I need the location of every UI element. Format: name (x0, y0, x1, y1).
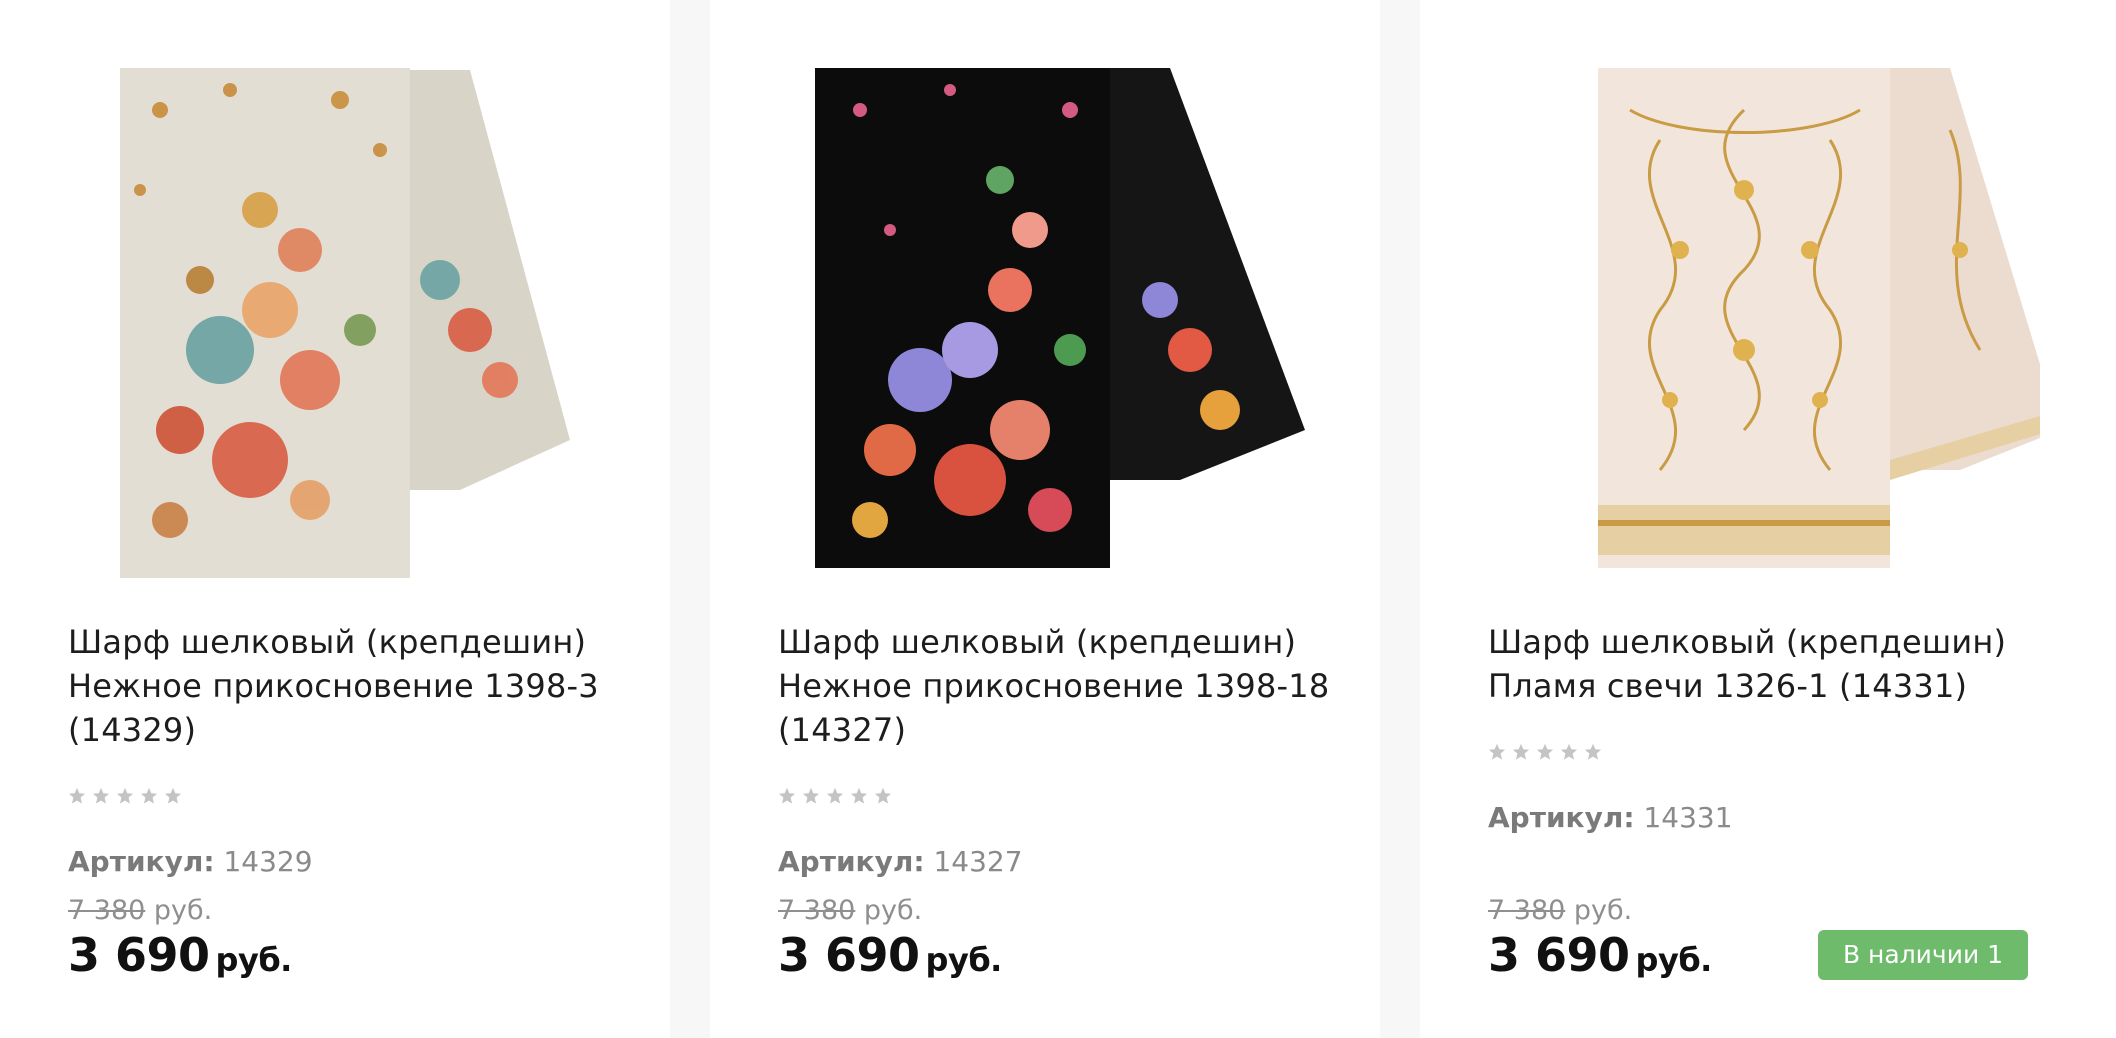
old-price-value: 7 380 (1488, 895, 1566, 926)
star-icon (1512, 743, 1530, 760)
sku: Артикул: 14331 (1488, 801, 1733, 834)
rating-stars[interactable] (1488, 743, 1602, 761)
price: 3 690 руб. (68, 928, 292, 982)
price: 3 690 руб. (778, 928, 1002, 982)
sku-label: Артикул: (778, 845, 925, 878)
star-icon (826, 787, 844, 804)
star-icon (1584, 743, 1602, 760)
currency: руб. (153, 895, 213, 926)
star-icon (874, 787, 892, 804)
product-title-line[interactable]: Шарф шелковый (крепдешин) (1488, 620, 2048, 664)
product-card[interactable]: Шарф шелковый (крепдешин) Нежное прикосн… (710, 0, 1380, 1038)
star-icon (1536, 743, 1554, 760)
star-icon (140, 787, 158, 804)
old-price: 7 380 руб. (68, 895, 212, 926)
product-image[interactable] (1480, 50, 2040, 590)
currency: руб. (1573, 895, 1633, 926)
product-title-line[interactable]: (14327) (778, 708, 1338, 752)
sku: Артикул: 14329 (68, 845, 313, 878)
price-value: 3 690 (68, 928, 210, 982)
grid-gutter (1380, 0, 1420, 1038)
rating-stars[interactable] (68, 787, 182, 805)
star-icon (164, 787, 182, 804)
star-icon (68, 787, 86, 804)
star-icon (802, 787, 820, 804)
sku: Артикул: 14327 (778, 845, 1023, 878)
old-price: 7 380 руб. (1488, 895, 1632, 926)
star-icon (850, 787, 868, 804)
product-card[interactable]: Шарф шелковый (крепдешин) Пламя свечи 13… (1420, 0, 2090, 1038)
product-title-line[interactable]: Нежное прикосновение 1398-3 (68, 664, 628, 708)
stock-badge: В наличии 1 (1818, 930, 2028, 980)
price: 3 690 руб. (1488, 928, 1712, 982)
product-title[interactable]: Шарф шелковый (крепдешин) Нежное прикосн… (68, 620, 628, 752)
product-title-line[interactable]: Нежное прикосновение 1398-18 (778, 664, 1338, 708)
star-icon (1560, 743, 1578, 760)
old-price-value: 7 380 (778, 895, 856, 926)
sku-label: Артикул: (68, 845, 215, 878)
rating-stars[interactable] (778, 787, 892, 805)
old-price-value: 7 380 (68, 895, 146, 926)
old-price: 7 380 руб. (778, 895, 922, 926)
currency: руб. (925, 941, 1003, 979)
product-card[interactable]: Шарф шелковый (крепдешин) Нежное прикосн… (0, 0, 670, 1038)
product-title-line[interactable]: Шарф шелковый (крепдешин) (778, 620, 1338, 664)
star-icon (1488, 743, 1506, 760)
star-icon (116, 787, 134, 804)
product-grid: Шарф шелковый (крепдешин) Нежное прикосн… (0, 0, 2116, 1038)
product-title-line[interactable]: (14329) (68, 708, 628, 752)
currency: руб. (1635, 941, 1713, 979)
sku-label: Артикул: (1488, 801, 1635, 834)
currency: руб. (215, 941, 293, 979)
product-title[interactable]: Шарф шелковый (крепдешин) Нежное прикосн… (778, 620, 1338, 752)
grid-gutter (670, 0, 710, 1038)
product-title[interactable]: Шарф шелковый (крепдешин) Пламя свечи 13… (1488, 620, 2048, 708)
product-title-line[interactable]: Пламя свечи 1326-1 (14331) (1488, 664, 2048, 708)
star-icon (92, 787, 110, 804)
product-image[interactable] (770, 50, 1330, 590)
star-icon (778, 787, 796, 804)
price-value: 3 690 (1488, 928, 1630, 982)
product-title-line[interactable]: Шарф шелковый (крепдешин) (68, 620, 628, 664)
sku-value: 14327 (933, 845, 1023, 878)
sku-value: 14331 (1643, 801, 1733, 834)
price-value: 3 690 (778, 928, 920, 982)
currency: руб. (863, 895, 923, 926)
sku-value: 14329 (223, 845, 313, 878)
product-image[interactable] (60, 50, 620, 590)
